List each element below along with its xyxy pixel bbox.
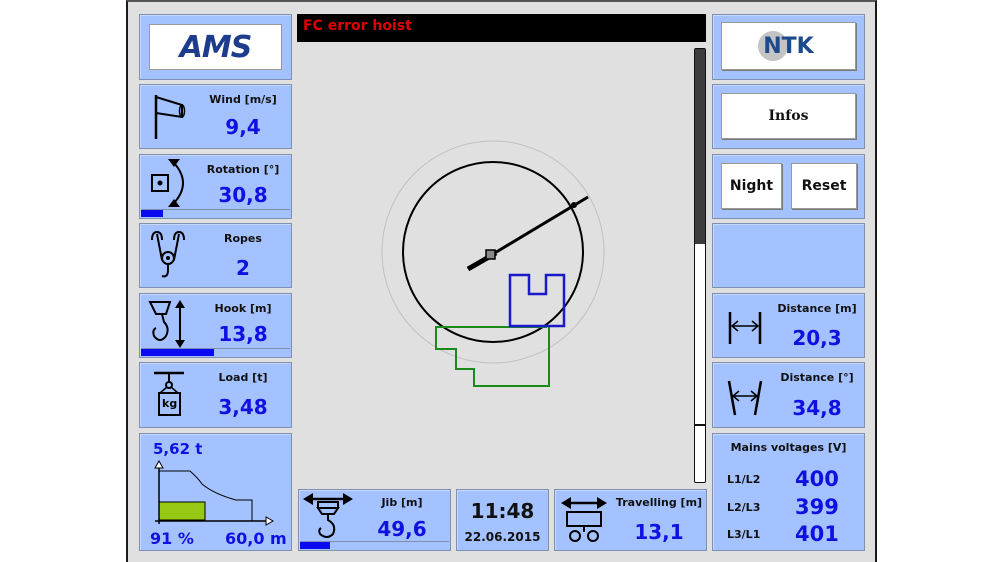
jib-value: 49,6: [377, 517, 427, 541]
ams-logo-panel: AMS: [139, 14, 292, 80]
distance-deg-label: Distance [°]: [780, 371, 854, 384]
jib-bar: [300, 541, 449, 549]
windsock-icon: [154, 95, 186, 139]
infos-button[interactable]: Infos: [721, 93, 856, 139]
distance-m-panel: Distance [m] 20,3: [712, 293, 865, 358]
infos-panel: Infos: [712, 84, 865, 149]
hook-bar: [141, 348, 290, 356]
wind-label: Wind [m/s]: [209, 93, 277, 106]
travelling-label: Travelling [m]: [615, 496, 703, 509]
scrollbar[interactable]: [694, 48, 706, 483]
scrollbar-separator: [695, 424, 705, 426]
clock-time: 11:48: [470, 499, 535, 523]
distance-deg-panel: Distance [°] 34,8: [712, 362, 865, 428]
load-fill-bar: [158, 501, 206, 521]
alarm-message-bar: FC error hoist: [297, 14, 706, 42]
rotation-panel: Rotation [°] 30,8: [139, 154, 292, 219]
jib-label: Jib [m]: [381, 496, 423, 509]
hook-bar-fill: [141, 349, 214, 356]
load-label: Load [t]: [218, 371, 268, 384]
crane-top-view: [381, 140, 605, 387]
pulley-hook-icon: [151, 230, 185, 278]
distance-deg-value: 34,8: [792, 396, 842, 420]
voltage-phase-label: L2/L3: [727, 501, 761, 514]
distance-m-value: 20,3: [792, 326, 842, 350]
trolley-hook-icon: [303, 493, 353, 538]
clock-date: 22.06.2015: [464, 530, 541, 544]
rotation-icon: [151, 159, 184, 207]
distance-angle-icon: [727, 380, 763, 416]
night-reset-panel: Night Reset: [712, 154, 865, 219]
ropes-label: Ropes: [224, 232, 262, 245]
night-button[interactable]: Night: [721, 163, 782, 209]
hook-label: Hook [m]: [214, 302, 272, 315]
rotation-label: Rotation [°]: [206, 163, 280, 176]
voltage-value: 399: [795, 495, 839, 519]
hook-height-icon: [148, 300, 185, 348]
load-kg-glyph: kg: [162, 397, 178, 410]
crane-center-marker: [485, 249, 496, 260]
clock-panel: 11:48 22.06.2015: [456, 489, 549, 551]
radius-value: 60,0 m: [225, 529, 287, 548]
voltage-value: 401: [795, 522, 839, 546]
travelling-value: 13,1: [634, 520, 684, 544]
wind-value: 9,4: [225, 115, 261, 139]
ropes-panel: Ropes 2: [139, 223, 292, 288]
voltage-phase-label: L1/L2: [727, 473, 761, 486]
scrollbar-thumb[interactable]: [695, 49, 705, 244]
voltage-row: L3/L1 401: [727, 522, 857, 546]
restricted-zone-green: [435, 326, 550, 387]
rotation-value: 30,8: [218, 183, 268, 207]
crane-control-screen: AMS Wind [m/s] 9,4 Rotation [°] 30,8 Rop…: [126, 0, 877, 562]
jib-panel: Jib [m] 49,6: [298, 489, 451, 551]
ntk-logo-panel: NTK: [712, 14, 865, 80]
distance-linear-icon: [728, 312, 762, 344]
hook-panel: Hook [m] 13,8: [139, 293, 292, 358]
rotation-bar: [141, 209, 290, 217]
load-panel: kg Load [t] 3,48: [139, 362, 292, 428]
wind-panel: Wind [m/s] 9,4: [139, 84, 292, 149]
ams-logo: AMS: [149, 24, 282, 70]
load-weight-icon: [154, 371, 184, 416]
trolley-position-dot: [571, 202, 577, 208]
ntk-logo-text: NTK: [763, 33, 814, 59]
mains-voltages-panel: Mains voltages [V] L1/L2 400 L2/L3 399 L…: [712, 433, 865, 551]
load-percent-value: 91 %: [150, 529, 194, 548]
empty-panel: [712, 223, 865, 288]
load-curve-chart: [154, 460, 275, 526]
distance-m-label: Distance [m]: [777, 302, 857, 315]
travelling-panel: Travelling [m] 13,1: [554, 489, 707, 551]
voltage-row: L1/L2 400: [727, 467, 857, 491]
mains-voltages-title: Mains voltages [V]: [730, 441, 847, 454]
restricted-zone-blue: [508, 273, 566, 328]
load-value: 3,48: [218, 395, 268, 419]
voltage-value: 400: [795, 467, 839, 491]
rotation-bar-fill: [141, 210, 164, 217]
jib-bar-fill: [300, 542, 330, 549]
hook-value: 13,8: [218, 322, 268, 346]
voltage-phase-label: L3/L1: [727, 528, 761, 541]
travel-carriage-icon: [561, 497, 607, 542]
ropes-value: 2: [236, 256, 250, 280]
reset-button[interactable]: Reset: [791, 163, 857, 209]
ntk-logo-button[interactable]: NTK: [721, 22, 856, 70]
load-chart-panel: 5,62 t 91 % 60,0 m: [139, 433, 292, 551]
voltage-row: L2/L3 399: [727, 495, 857, 519]
max-load-value: 5,62 t: [153, 440, 203, 458]
ams-logo-text: AMS: [179, 29, 253, 65]
